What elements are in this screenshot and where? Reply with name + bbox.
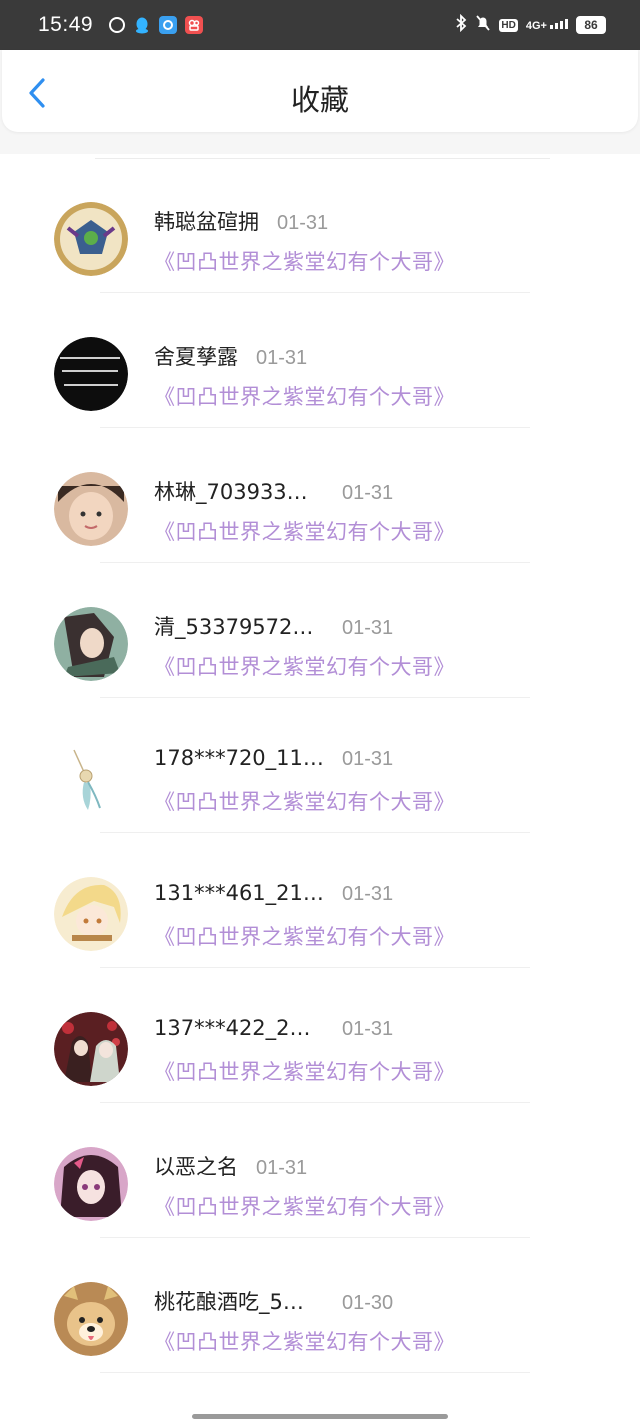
date-label: 01-31 xyxy=(342,748,394,770)
qq-icon xyxy=(133,16,151,34)
list-item[interactable]: 131***461_21… 01-31 《凹凸世界之紫堂幻有个大哥》 xyxy=(0,829,640,968)
date-label: 01-31 xyxy=(342,1018,394,1040)
avatar[interactable] xyxy=(54,877,128,951)
user-name: 桃花酿酒吃_5… xyxy=(154,1290,304,1314)
home-indicator[interactable] xyxy=(192,1414,448,1419)
user-name: 137***422_2… xyxy=(154,1016,311,1040)
user-name: 131***461_21… xyxy=(154,881,324,905)
date-label: 01-31 xyxy=(342,617,394,639)
status-bar: 15:49 HD 4G+ 86 xyxy=(0,0,640,50)
work-title-link[interactable]: 《凹凸世界之紫堂幻有个大哥》 xyxy=(154,921,455,951)
avatar[interactable] xyxy=(54,742,128,816)
avatar[interactable] xyxy=(54,1012,128,1086)
work-title-link[interactable]: 《凹凸世界之紫堂幻有个大哥》 xyxy=(154,516,455,546)
divider xyxy=(100,1372,530,1373)
date-label: 01-31 xyxy=(256,347,308,369)
work-title-link[interactable]: 《凹凸世界之紫堂幻有个大哥》 xyxy=(154,1191,455,1221)
list-item[interactable]: 林琳_703933… 01-31 《凹凸世界之紫堂幻有个大哥》 xyxy=(0,424,640,563)
work-title-link[interactable]: 《凹凸世界之紫堂幻有个大哥》 xyxy=(154,1326,455,1356)
list-item[interactable]: 137***422_2… 01-31 《凹凸世界之紫堂幻有个大哥》 xyxy=(0,964,640,1103)
hd-badge: HD xyxy=(499,18,518,32)
navigation-header: 收藏 xyxy=(2,50,638,132)
app-icon xyxy=(159,16,178,34)
user-name: 林琳_703933… xyxy=(154,480,308,504)
notification-icons xyxy=(109,16,204,34)
user-name: 清_53379572… xyxy=(154,615,314,639)
avatar[interactable] xyxy=(54,202,128,276)
work-title-link[interactable]: 《凹凸世界之紫堂幻有个大哥》 xyxy=(154,786,455,816)
date-label: 01-31 xyxy=(342,883,394,905)
status-time: 15:49 xyxy=(38,13,94,36)
back-button[interactable] xyxy=(22,76,52,110)
system-status-icons: HD 4G+ 86 xyxy=(455,0,606,50)
user-name: 以恶之名 xyxy=(154,1155,238,1179)
avatar[interactable] xyxy=(54,1147,128,1221)
work-title-link[interactable]: 《凹凸世界之紫堂幻有个大哥》 xyxy=(154,1056,455,1086)
kuaishou-icon xyxy=(185,16,204,34)
list-item[interactable]: 韩聪盆碹拥 01-31 《凹凸世界之紫堂幻有个大哥》 xyxy=(0,154,640,293)
bluetooth-icon xyxy=(455,13,467,36)
date-label: 01-30 xyxy=(342,1292,394,1314)
list-item[interactable]: 桃花酿酒吃_5… 01-30 《凹凸世界之紫堂幻有个大哥》 xyxy=(0,1234,640,1373)
signal-icon: 4G+ xyxy=(525,18,568,32)
avatar[interactable] xyxy=(54,1282,128,1356)
list-item[interactable]: 清_53379572… 01-31 《凹凸世界之紫堂幻有个大哥》 xyxy=(0,559,640,698)
date-label: 01-31 xyxy=(342,482,394,504)
work-title-link[interactable]: 《凹凸世界之紫堂幻有个大哥》 xyxy=(154,651,455,681)
header-background: 收藏 xyxy=(0,50,640,154)
avatar[interactable] xyxy=(54,472,128,546)
page-title: 收藏 xyxy=(290,83,349,117)
browser-icon xyxy=(109,17,126,33)
chevron-left-icon xyxy=(29,78,45,108)
user-name: 舍夏孳露 xyxy=(154,345,238,369)
list-item[interactable]: 以恶之名 01-31 《凹凸世界之紫堂幻有个大哥》 xyxy=(0,1099,640,1238)
work-title-link[interactable]: 《凹凸世界之紫堂幻有个大哥》 xyxy=(154,381,455,411)
user-name: 178***720_11… xyxy=(154,746,324,770)
battery-icon: 86 xyxy=(576,16,606,34)
list-item[interactable]: 178***720_11… 01-31 《凹凸世界之紫堂幻有个大哥》 xyxy=(0,694,640,833)
favorites-list: 韩聪盆碹拥 01-31 《凹凸世界之紫堂幻有个大哥》 舍夏孳露 01-31 《凹… xyxy=(0,154,640,1373)
avatar[interactable] xyxy=(54,607,128,681)
work-title-link[interactable]: 《凹凸世界之紫堂幻有个大哥》 xyxy=(154,246,455,276)
date-label: 01-31 xyxy=(256,1157,308,1179)
user-name: 韩聪盆碹拥 xyxy=(154,210,259,234)
date-label: 01-31 xyxy=(277,212,329,234)
list-item[interactable]: 舍夏孳露 01-31 《凹凸世界之紫堂幻有个大哥》 xyxy=(0,289,640,428)
network-type: 4G+ xyxy=(525,19,547,32)
mute-bell-icon xyxy=(475,14,491,36)
avatar[interactable] xyxy=(54,337,128,411)
